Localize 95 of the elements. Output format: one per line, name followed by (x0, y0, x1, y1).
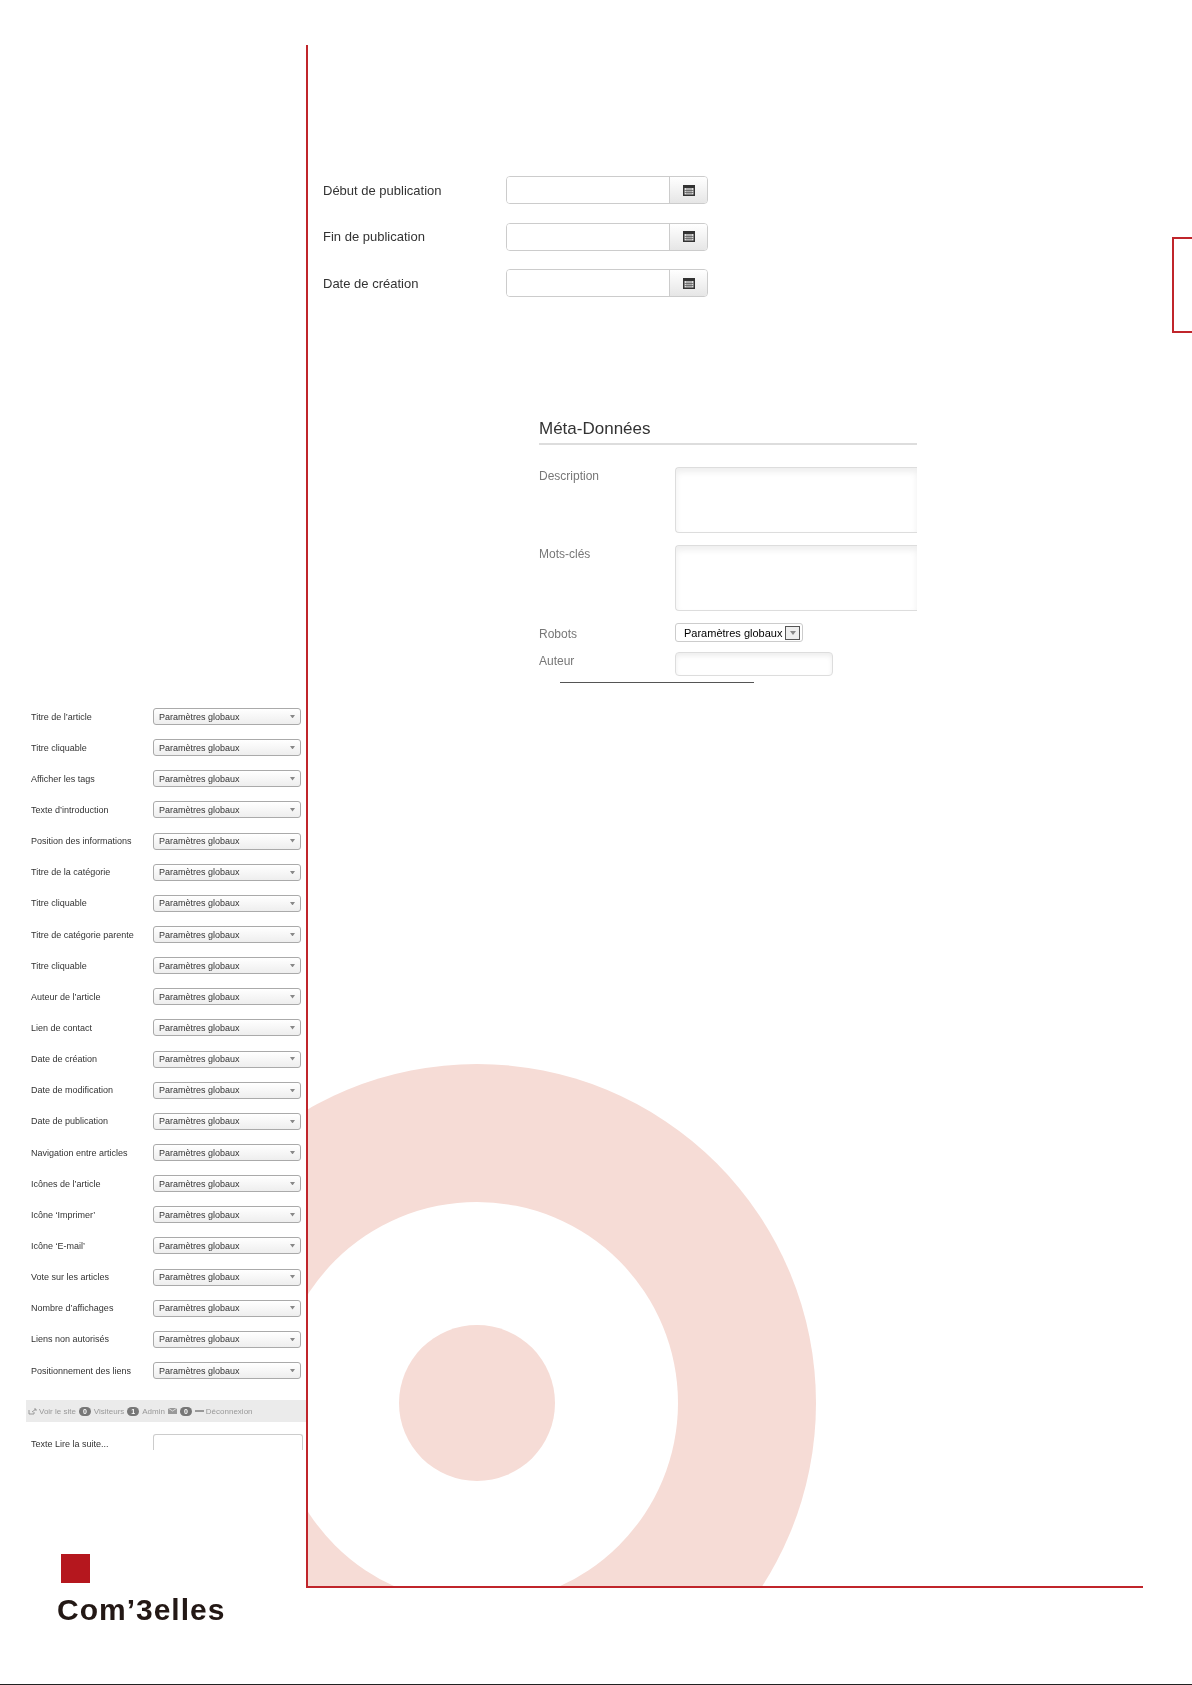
option-label: Titre cliquable (31, 742, 88, 753)
caret-icon (290, 808, 295, 812)
caret-icon (290, 714, 295, 719)
option-label: Positionnement des liens (31, 1365, 133, 1376)
option-select[interactable]: Paramètres globaux (153, 1330, 301, 1348)
option-label: Navigation entre articles (31, 1147, 129, 1158)
option-label: Titre de l’article (31, 711, 93, 722)
option-select[interactable]: Paramètres globaux (153, 1175, 301, 1193)
option-select[interactable]: Paramètres globaux (153, 988, 301, 1006)
calendar-icon (682, 184, 695, 196)
option-select[interactable]: Paramètres globaux (153, 863, 301, 881)
option-select[interactable]: Paramètres globaux (153, 801, 301, 819)
date-label: Fin de publication (323, 229, 426, 244)
option-select[interactable]: Paramètres globaux (153, 1050, 301, 1068)
caret-icon (290, 839, 295, 843)
caret-icon (290, 1026, 295, 1030)
logo-text: Com’3elles (57, 1593, 227, 1628)
caret-icon (290, 1150, 295, 1155)
caret-icon (290, 745, 295, 750)
option-label: Icône ‘E-mail’ (31, 1240, 87, 1251)
read-more-field[interactable] (153, 1434, 303, 1451)
minus-icon (194, 1410, 204, 1413)
date-field[interactable] (506, 176, 708, 204)
caret-icon (290, 1088, 295, 1092)
caret-icon (290, 1119, 295, 1124)
caret-icon (290, 870, 295, 874)
caret-icon (290, 777, 295, 781)
option-select[interactable]: Paramètres globaux (153, 708, 301, 726)
option-select[interactable]: Paramètres globaux (153, 832, 301, 850)
caret-icon (290, 1337, 295, 1342)
caret-icon (290, 1368, 295, 1373)
field-label: Description (539, 468, 601, 483)
calendar-icon (682, 277, 695, 289)
option-label: Titre cliquable (31, 960, 88, 971)
field-label: Mots-clés (539, 546, 592, 561)
date-label: Date de création (323, 275, 420, 291)
caret-icon (290, 1213, 295, 1217)
caret-icon (290, 995, 295, 999)
text-area[interactable] (675, 545, 917, 611)
calendar-button[interactable] (669, 270, 707, 296)
option-select[interactable]: Paramètres globaux (153, 1206, 301, 1224)
option-label: Nombre d’affichages (31, 1303, 115, 1314)
option-label: Date de modification (31, 1085, 115, 1096)
option-label: Texte d’introduction (31, 805, 110, 815)
option-label: Liens non autorisés (31, 1334, 111, 1345)
date-field[interactable] (506, 222, 708, 251)
option-label: Titre de catégorie parente (31, 929, 135, 940)
section-title: Méta-Données (539, 419, 917, 445)
option-select[interactable]: Paramètres globaux (153, 1081, 301, 1099)
option-label: Titre de la catégorie (31, 867, 112, 878)
robots-select[interactable]: Paramètres globaux (675, 623, 804, 642)
option-select[interactable]: Paramètres globaux (153, 1299, 301, 1317)
option-select[interactable]: Paramètres globaux (153, 1144, 301, 1162)
caret-icon (290, 932, 295, 937)
option-select[interactable]: Paramètres globaux (153, 926, 301, 944)
calendar-button[interactable] (669, 223, 707, 250)
option-label: Date de création (31, 1054, 99, 1065)
option-label: Vote sur les articles (31, 1272, 111, 1283)
option-label: Icônes de l’article (31, 1178, 102, 1189)
option-select[interactable]: Paramètres globaux (153, 1237, 301, 1255)
caret-icon (290, 1306, 295, 1310)
caret-icon (789, 630, 796, 635)
option-label: Texte Lire la suite... (31, 1438, 110, 1450)
option-label: Afficher les tags (31, 773, 96, 784)
option-select[interactable]: Paramètres globaux (153, 1268, 301, 1286)
option-select[interactable]: Paramètres globaux (153, 1362, 301, 1379)
text-area[interactable] (675, 467, 917, 533)
field-label: Auteur (539, 653, 576, 668)
date-field[interactable] (506, 269, 708, 297)
caret-icon (290, 1181, 295, 1186)
date-label: Début de publication (323, 182, 443, 198)
option-label: Icône ‘Imprimer’ (31, 1209, 97, 1220)
caret-icon (290, 963, 295, 968)
option-label: Date de publication (31, 1116, 110, 1127)
logo-square (61, 1554, 90, 1584)
caret-icon (290, 901, 295, 906)
option-select[interactable]: Paramètres globaux (153, 894, 301, 912)
option-label: Auteur de l’article (31, 991, 102, 1002)
option-select[interactable]: Paramètres globaux (153, 739, 301, 757)
option-label: Lien de contact (31, 1022, 94, 1033)
option-select[interactable]: Paramètres globaux (153, 1112, 301, 1130)
author-field[interactable] (675, 652, 833, 676)
field-label: Robots (539, 626, 579, 641)
calendar-button[interactable] (669, 177, 707, 203)
calendar-icon (682, 231, 695, 242)
option-select[interactable]: Paramètres globaux (153, 770, 301, 788)
option-select[interactable]: Paramètres globaux (153, 957, 301, 975)
caret-icon (290, 1275, 295, 1279)
option-label: Position des informations (31, 836, 133, 847)
option-label: Titre cliquable (31, 898, 88, 909)
caret-icon (290, 1244, 295, 1248)
external-link-icon (28, 1407, 37, 1415)
mail-icon (167, 1408, 177, 1415)
caret-icon (290, 1057, 295, 1061)
option-select[interactable]: Paramètres globaux (153, 1019, 301, 1037)
